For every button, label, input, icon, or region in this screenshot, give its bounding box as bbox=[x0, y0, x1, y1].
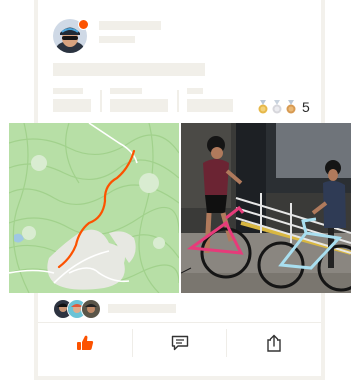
stat-value-placeholder bbox=[187, 99, 233, 112]
stat-divider bbox=[100, 90, 102, 112]
stat-label-placeholder bbox=[187, 88, 203, 94]
activity-title-placeholder bbox=[53, 63, 205, 76]
cyclists-photo-image bbox=[181, 123, 351, 293]
comment-button[interactable] bbox=[133, 323, 227, 363]
stat-label-placeholder bbox=[110, 88, 142, 94]
silver-medal-icon bbox=[272, 100, 282, 114]
kudos-count-placeholder bbox=[108, 304, 176, 313]
kudo-avatar bbox=[81, 299, 101, 319]
bronze-medal-icon bbox=[286, 100, 296, 114]
activity-media bbox=[9, 123, 351, 293]
comment-icon bbox=[171, 335, 188, 351]
activity-photo[interactable] bbox=[181, 123, 351, 293]
activity-action-bar bbox=[38, 322, 321, 363]
route-map-image bbox=[9, 123, 179, 293]
stat-value-placeholder bbox=[53, 99, 91, 112]
gold-medal-icon bbox=[258, 100, 268, 114]
activity-date-placeholder bbox=[99, 36, 135, 43]
subscriber-badge-icon bbox=[78, 19, 89, 30]
route-map[interactable] bbox=[9, 123, 179, 293]
stat-divider bbox=[177, 90, 179, 112]
stat-value-placeholder bbox=[110, 99, 168, 112]
kudos-button[interactable] bbox=[38, 323, 132, 363]
stat-label-placeholder bbox=[53, 88, 83, 94]
kudos-thumbs-up-icon bbox=[76, 335, 93, 350]
achievement-count: 5 bbox=[302, 99, 310, 115]
athlete-name-placeholder bbox=[99, 21, 161, 30]
achievements-summary[interactable]: 5 bbox=[257, 99, 310, 115]
kudos-avatars[interactable] bbox=[53, 299, 101, 319]
share-icon bbox=[267, 334, 281, 352]
share-button[interactable] bbox=[227, 323, 321, 363]
